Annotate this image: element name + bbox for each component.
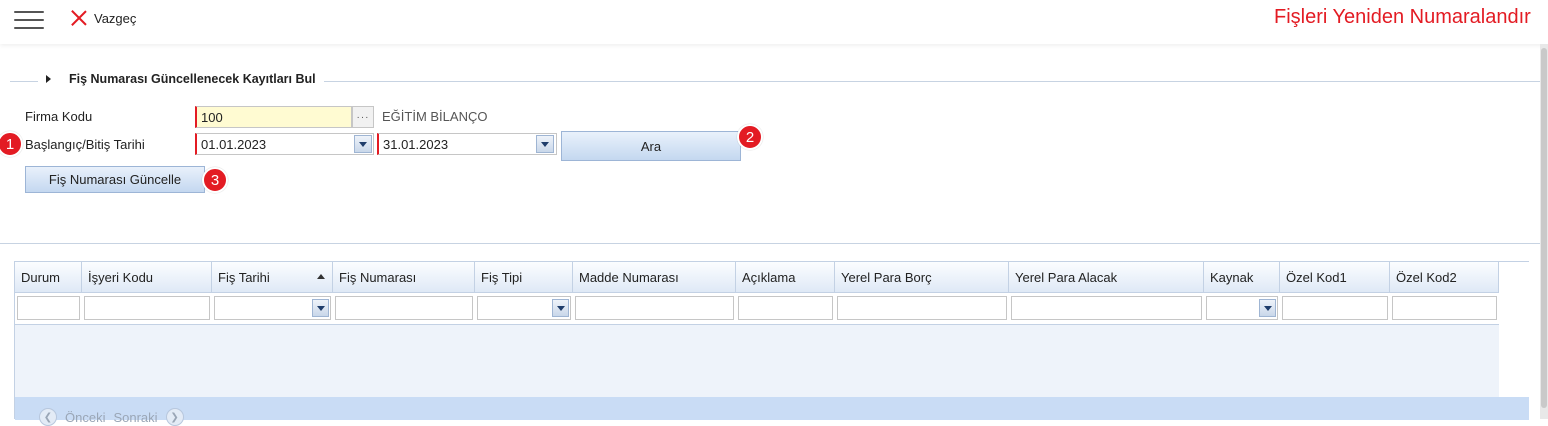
chevron-down-icon [541,141,549,147]
filter-dropdown-fis-tipi[interactable] [552,299,569,317]
cancel-button-label: Vazgeç [94,10,137,26]
filter-input-aciklama[interactable] [738,296,833,320]
chevron-down-icon [1263,305,1272,311]
page-scrollbar-thumb[interactable] [1541,48,1547,408]
grid-filter-row [15,293,1499,325]
page-title: Fişleri Yeniden Numaralandır [1274,6,1531,28]
grid-body-empty [15,325,1499,397]
grid-footer [15,397,1529,420]
filter-input-yerel-para-borc[interactable] [837,296,1007,320]
column-header-fis-tarihi[interactable]: Fiş Tarihi [212,262,333,293]
chevron-left-icon[interactable]: ❮ [39,408,57,426]
column-header-durum[interactable]: Durum [15,262,82,293]
filter-cell [333,293,475,325]
filter-cell [1280,293,1390,325]
column-header-kaynak[interactable]: Kaynak [1204,262,1280,293]
filter-dropdown-fis-tarihi[interactable] [312,299,329,317]
filter-cell [1390,293,1499,325]
date-range-label: Başlangıç/Bitiş Tarihi [25,137,145,152]
section-header[interactable]: Fiş Numarası Güncellenecek Kayıtları Bul [38,72,324,86]
chevron-right-icon[interactable]: ❯ [165,408,184,426]
start-date-input[interactable] [195,133,374,155]
company-lookup-button[interactable]: ··· [352,106,374,128]
column-header-yerel-para-alacak[interactable]: Yerel Para Alacak [1009,262,1204,293]
cancel-button[interactable]: Vazgeç [70,9,136,27]
hamburger-menu-icon[interactable] [14,11,44,31]
filter-cell [1204,293,1280,325]
grid-scrollbar[interactable] [1499,262,1529,397]
pager-prev-label[interactable]: Önceki [65,410,105,425]
column-header-madde-numarasi[interactable]: Madde Numarası [573,262,736,293]
chevron-down-icon [556,305,565,311]
column-header-fis-tarihi-label: Fiş Tarihi [218,270,270,285]
end-date-input[interactable] [377,133,557,155]
pager-next-label[interactable]: Sonraki [113,410,157,425]
company-code-input[interactable] [195,106,352,128]
filter-input-madde-numarasi[interactable] [575,296,734,320]
sort-ascending-icon [317,274,325,279]
filter-input-ozel-kod2[interactable] [1392,296,1497,320]
start-date-dropdown[interactable] [354,135,372,153]
column-header-isyeri-kodu[interactable]: İşyeri Kodu [82,262,212,293]
filter-input-isyeri-kodu[interactable] [84,296,210,320]
column-header-yerel-para-borc[interactable]: Yerel Para Borç [835,262,1009,293]
grid-header: Durum İşyeri Kodu Fiş Tarihi Fiş Numaras… [15,262,1499,293]
company-name-text: EĞİTİM BİLANÇO [382,109,488,124]
column-header-fis-tipi[interactable]: Fiş Tipi [475,262,573,293]
filter-input-yerel-para-alacak[interactable] [1011,296,1202,320]
column-header-ozel-kod1[interactable]: Özel Kod1 [1280,262,1390,293]
triangle-right-icon [46,75,51,83]
filter-cell [212,293,333,325]
filter-input-ozel-kod1[interactable] [1282,296,1388,320]
filter-cell [573,293,736,325]
update-receipt-number-button[interactable]: Fiş Numarası Güncelle [25,166,205,193]
grid-pager: ❮ Önceki Sonraki ❯ [35,408,188,426]
filter-cell [15,293,82,325]
filter-cell [82,293,212,325]
filter-input-fis-numarasi[interactable] [335,296,473,320]
end-date-dropdown[interactable] [536,135,554,153]
filter-input-durum[interactable] [17,296,80,320]
close-x-icon [70,9,88,27]
step-badge-1: 1 [0,131,23,157]
section-separator [0,243,1540,244]
company-code-label: Firma Kodu [25,109,93,124]
search-button[interactable]: Ara [561,131,741,161]
chevron-down-icon [316,305,325,311]
step-badge-3: 3 [202,167,228,193]
filter-cell [1009,293,1204,325]
records-grid: Durum İşyeri Kodu Fiş Tarihi Fiş Numaras… [14,261,1529,426]
filter-cell [835,293,1009,325]
column-header-aciklama[interactable]: Açıklama [736,262,835,293]
top-toolbar: Vazgeç Fişleri Yeniden Numaralandır [0,0,1548,44]
section-title: Fiş Numarası Güncellenecek Kayıtları Bul [69,72,316,86]
column-header-fis-numarasi[interactable]: Fiş Numarası [333,262,475,293]
filter-cell [736,293,835,325]
chevron-down-icon [359,141,367,147]
column-header-ozel-kod2[interactable]: Özel Kod2 [1390,262,1499,293]
filter-dropdown-kaynak[interactable] [1259,299,1276,317]
page-scrollbar[interactable] [1540,44,1548,419]
step-badge-2: 2 [737,124,763,150]
filter-cell [475,293,573,325]
